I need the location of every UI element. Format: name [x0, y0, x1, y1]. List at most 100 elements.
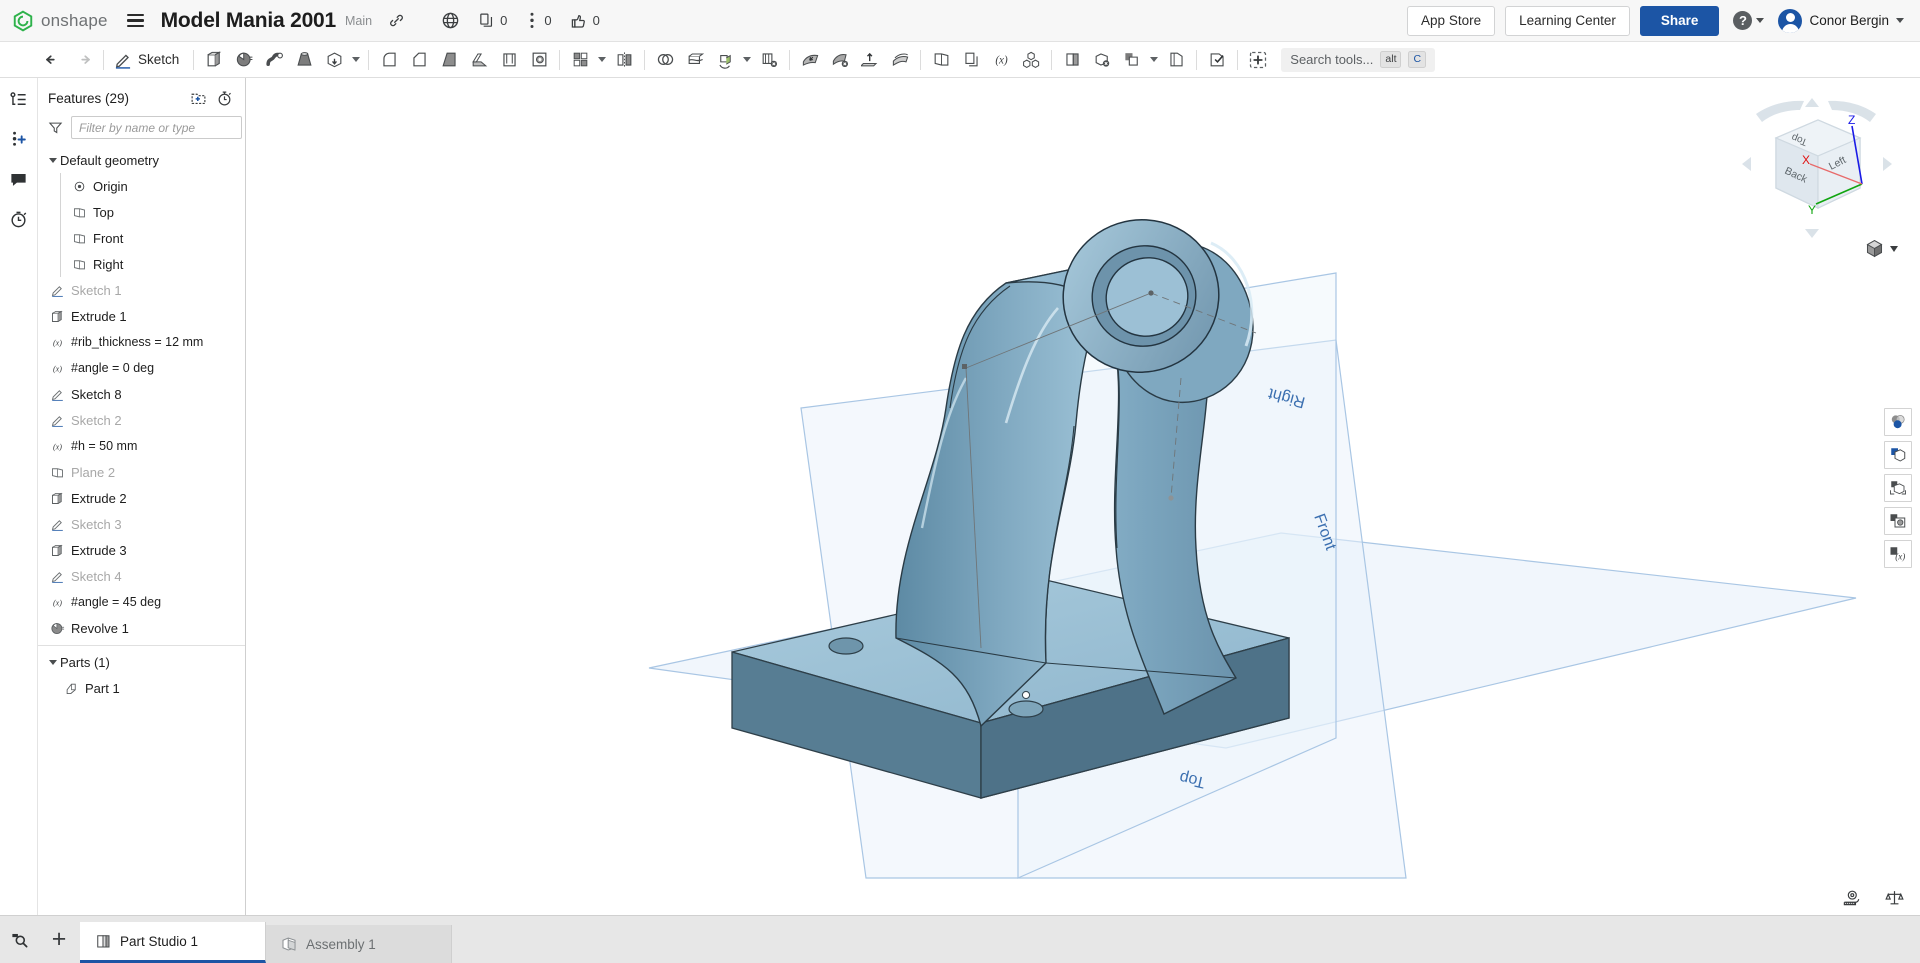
feature-item[interactable]: Extrude 3 [38, 537, 245, 563]
sweep-button[interactable] [259, 45, 289, 75]
delete-face-button[interactable] [825, 45, 855, 75]
transform-dropdown[interactable] [740, 45, 754, 75]
extrude-button[interactable] [199, 45, 229, 75]
learning-center-button[interactable]: Learning Center [1505, 6, 1630, 36]
feature-item[interactable]: Revolve 1 [38, 615, 245, 641]
feature-item[interactable]: Sketch 3 [38, 511, 245, 537]
split-button[interactable] [680, 45, 710, 75]
link-icon[interactable] [388, 12, 405, 29]
globe-icon[interactable] [441, 11, 460, 30]
chamfer-button[interactable] [404, 45, 434, 75]
help-menu[interactable]: ? [1733, 11, 1764, 30]
onshape-logo[interactable]: onshape [12, 10, 108, 32]
tab-search-button[interactable] [0, 915, 38, 963]
enclose-button[interactable] [885, 45, 915, 75]
appearance-button[interactable] [1884, 408, 1912, 436]
display-mode-button[interactable] [1864, 238, 1898, 259]
thumbs-up-icon [570, 12, 588, 30]
delete-part-icon [760, 50, 779, 69]
revolve-button[interactable] [229, 45, 259, 75]
feature-item[interactable]: Right [38, 251, 245, 277]
add-tab-button[interactable]: + [38, 915, 80, 963]
search-tools-input[interactable]: Search tools... alt C [1281, 48, 1435, 72]
delete-studio-button[interactable] [1087, 45, 1117, 75]
feature-list-icon[interactable] [6, 86, 32, 112]
offset-surface-button[interactable] [855, 45, 885, 75]
loft-button[interactable] [289, 45, 319, 75]
feature-item[interactable]: (x)#angle = 0 deg [38, 355, 245, 381]
measure-tape-button[interactable] [1842, 888, 1861, 907]
boolean-button[interactable] [650, 45, 680, 75]
feature-item[interactable]: (x)#rib_thickness = 12 mm [38, 329, 245, 355]
filter-icon[interactable] [48, 120, 63, 135]
feature-item[interactable]: Origin [38, 173, 245, 199]
hole-button[interactable] [524, 45, 554, 75]
tab-assembly-1[interactable]: Assembly 1 [266, 925, 452, 963]
custom-feature-button[interactable] [1243, 45, 1273, 75]
solids-dropdown[interactable] [349, 45, 363, 75]
feature-item[interactable]: Extrude 2 [38, 485, 245, 511]
feature-item[interactable]: Plane 2 [38, 459, 245, 485]
redo-button[interactable] [68, 45, 98, 75]
chevron-down-icon[interactable] [46, 660, 60, 665]
chevron-down-icon[interactable] [46, 158, 60, 163]
tab-part-studio-1[interactable]: Part Studio 1 [80, 922, 266, 963]
app-store-button[interactable]: App Store [1407, 6, 1495, 36]
select-all-button[interactable] [1202, 45, 1232, 75]
versions-counter[interactable]: 0 [525, 12, 551, 29]
history-icon[interactable] [6, 206, 32, 232]
pattern-button[interactable] [565, 45, 595, 75]
likes-counter[interactable]: 0 [570, 12, 600, 30]
part-list-item[interactable]: Part 1 [38, 675, 245, 701]
feature-item[interactable]: Sketch 1 [38, 277, 245, 303]
add-version-icon[interactable] [6, 126, 32, 152]
feature-item[interactable]: Extrude 1 [38, 303, 245, 329]
pattern-dropdown[interactable] [595, 45, 609, 75]
composite-part-icon [1022, 50, 1041, 69]
insert-button[interactable] [1161, 45, 1191, 75]
composite-part-button[interactable] [1016, 45, 1046, 75]
feature-item[interactable]: Sketch 4 [38, 563, 245, 589]
cad-model-scene[interactable]: Right Front Top [246, 78, 1920, 915]
feature-item[interactable]: Front [38, 225, 245, 251]
thicken-button[interactable] [319, 45, 349, 75]
feature-item[interactable]: Sketch 8 [38, 381, 245, 407]
feature-item[interactable]: Default geometry [38, 147, 245, 173]
shell-button[interactable] [494, 45, 524, 75]
feature-item[interactable]: (x)#h = 50 mm [38, 433, 245, 459]
delete-part-button[interactable] [754, 45, 784, 75]
feature-item[interactable]: (x)#angle = 45 deg [38, 589, 245, 615]
copies-counter[interactable]: 0 [478, 12, 507, 29]
rib-button[interactable] [464, 45, 494, 75]
parts-group-header[interactable]: Parts (1) [38, 649, 245, 675]
hamburger-icon[interactable] [124, 11, 147, 30]
new-folder-icon[interactable] [187, 87, 209, 109]
mirror-button[interactable] [609, 45, 639, 75]
share-button[interactable]: Share [1640, 6, 1720, 36]
explode-view-button[interactable] [1884, 474, 1912, 502]
undo-button[interactable] [38, 45, 68, 75]
view-cube[interactable]: Top Back Left Z Y X [1734, 96, 1902, 246]
rollback-timer-icon[interactable] [213, 87, 235, 109]
feature-item[interactable]: Top [38, 199, 245, 225]
plane-button[interactable] [926, 45, 956, 75]
fillet-button[interactable] [374, 45, 404, 75]
draft-button[interactable] [434, 45, 464, 75]
variable-button[interactable]: (x) [986, 45, 1016, 75]
part-studio-button[interactable] [1057, 45, 1087, 75]
grid-dropdown[interactable] [1147, 45, 1161, 75]
section-view-button[interactable] [1884, 441, 1912, 469]
feature-item[interactable]: Sketch 2 [38, 407, 245, 433]
grid-button[interactable] [1117, 45, 1147, 75]
search-input[interactable] [71, 116, 242, 139]
graphics-viewport[interactable]: Right Front Top [246, 78, 1920, 915]
variables-button[interactable]: (x) [1884, 540, 1912, 568]
move-face-button[interactable] [795, 45, 825, 75]
sketch-button[interactable]: Sketch [109, 45, 188, 75]
mass-properties-button[interactable] [1885, 888, 1904, 907]
transform-button[interactable] [710, 45, 740, 75]
derive-button[interactable] [956, 45, 986, 75]
render-button[interactable] [1884, 507, 1912, 535]
user-menu[interactable]: Conor Bergin [1778, 9, 1904, 33]
comments-icon[interactable] [6, 166, 32, 192]
